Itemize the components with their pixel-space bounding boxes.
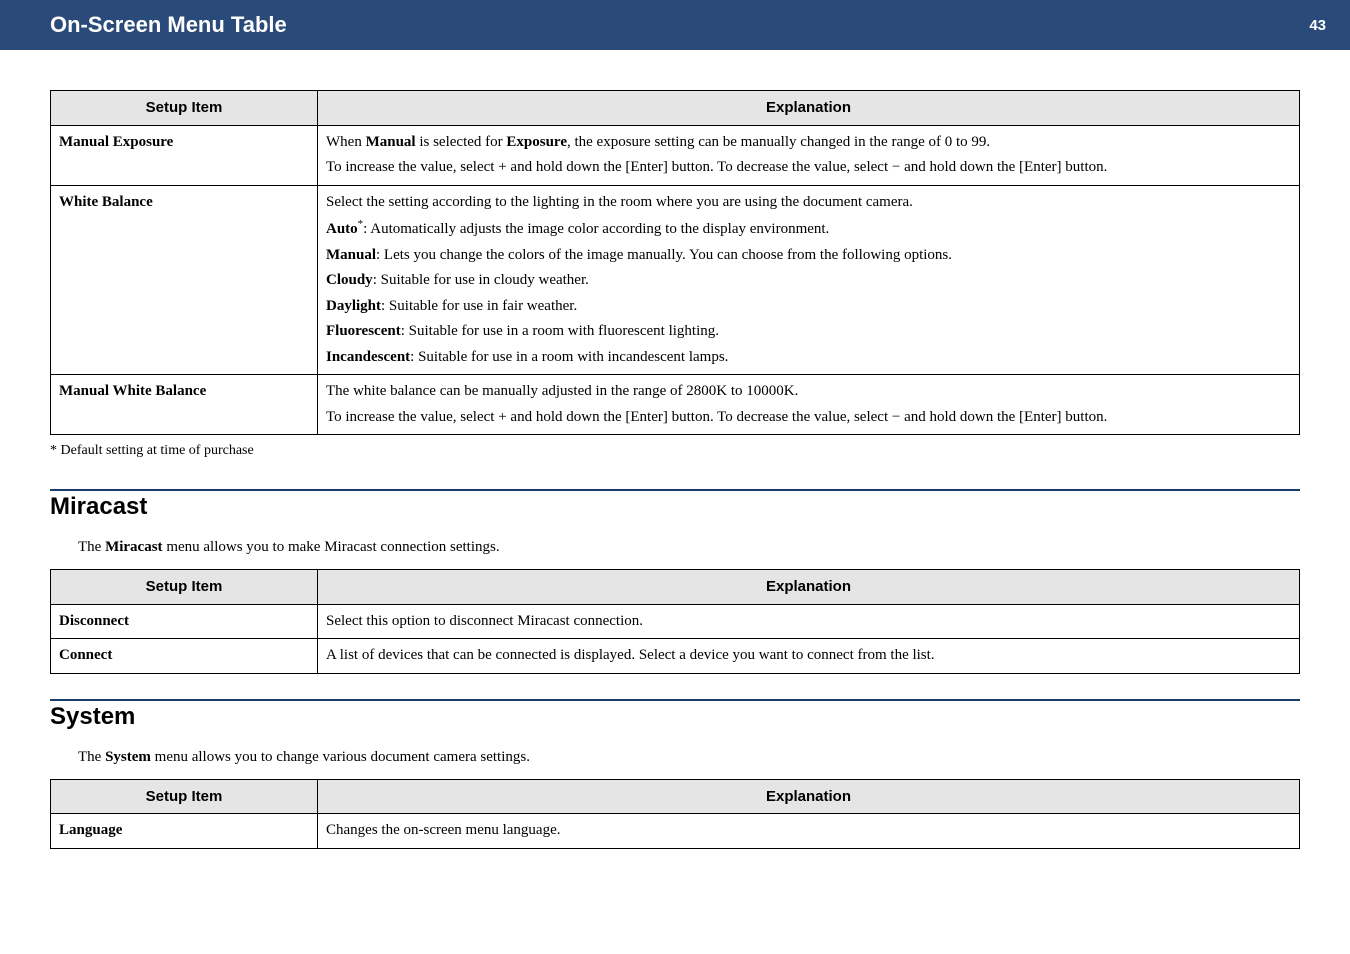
- table-row: Language Changes the on-screen menu lang…: [51, 814, 1300, 849]
- table-header-row: Setup Item Explanation: [51, 91, 1300, 126]
- text: Exposure: [506, 134, 567, 150]
- cell-setup-item: Language: [51, 814, 318, 849]
- text: Daylight: [326, 298, 381, 314]
- miracast-table: Setup Item Explanation Disconnect Select…: [50, 569, 1300, 674]
- cell-explanation: A list of devices that can be connected …: [318, 639, 1300, 674]
- table-row: Connect A list of devices that can be co…: [51, 639, 1300, 674]
- col-explanation: Explanation: [318, 779, 1300, 814]
- text: System: [105, 749, 151, 765]
- text: Manual: [326, 247, 376, 263]
- system-table: Setup Item Explanation Language Changes …: [50, 779, 1300, 849]
- text: To increase the value, select + and hold…: [326, 159, 1107, 175]
- text: Manual: [366, 134, 416, 150]
- text: : Lets you change the colors of the imag…: [376, 247, 952, 263]
- section-title-system: System: [50, 703, 1300, 731]
- col-setup-item: Setup Item: [51, 570, 318, 605]
- section-intro-miracast: The Miracast menu allows you to make Mir…: [78, 535, 1300, 559]
- section-title-miracast: Miracast: [50, 493, 1300, 521]
- text: To increase the value, select + and hold…: [326, 409, 1107, 425]
- text: Fluorescent: [326, 323, 401, 339]
- table-row: Manual White Balance The white balance c…: [51, 375, 1300, 435]
- cell-explanation: Select this option to disconnect Miracas…: [318, 604, 1300, 639]
- cell-explanation: The white balance can be manually adjust…: [318, 375, 1300, 435]
- cell-setup-item: Manual Exposure: [51, 125, 318, 185]
- table-row: White Balance Select the setting accordi…: [51, 185, 1300, 375]
- text: Incandescent: [326, 349, 410, 365]
- text: , the exposure setting can be manually c…: [567, 134, 990, 150]
- section-divider: [50, 489, 1300, 491]
- header-title: On-Screen Menu Table: [50, 12, 287, 38]
- image-settings-table: Setup Item Explanation Manual Exposure W…: [50, 90, 1300, 435]
- text: : Suitable for use in cloudy weather.: [373, 272, 589, 288]
- text: menu allows you to make Miracast connect…: [163, 539, 500, 555]
- cell-setup-item: Disconnect: [51, 604, 318, 639]
- text: Cloudy: [326, 272, 373, 288]
- page-content: Setup Item Explanation Manual Exposure W…: [0, 50, 1350, 877]
- text: : Suitable for use in fair weather.: [381, 298, 577, 314]
- section-divider: [50, 699, 1300, 701]
- text: : Automatically adjusts the image color …: [363, 221, 829, 237]
- text: Select the setting according to the ligh…: [326, 194, 913, 210]
- page-number: 43: [1309, 17, 1326, 34]
- page-header: On-Screen Menu Table 43: [0, 0, 1350, 50]
- table-header-row: Setup Item Explanation: [51, 779, 1300, 814]
- cell-explanation: When Manual is selected for Exposure, th…: [318, 125, 1300, 185]
- col-explanation: Explanation: [318, 570, 1300, 605]
- text: Miracast: [105, 539, 162, 555]
- section-intro-system: The System menu allows you to change var…: [78, 745, 1300, 769]
- text: : Suitable for use in a room with incand…: [410, 349, 728, 365]
- text: Auto: [326, 221, 358, 237]
- text: menu allows you to change various docume…: [151, 749, 530, 765]
- text: The: [78, 749, 105, 765]
- col-setup-item: Setup Item: [51, 91, 318, 126]
- cell-setup-item: White Balance: [51, 185, 318, 375]
- text: When: [326, 134, 366, 150]
- cell-setup-item: Connect: [51, 639, 318, 674]
- cell-setup-item: Manual White Balance: [51, 375, 318, 435]
- text: is selected for: [416, 134, 507, 150]
- table-row: Manual Exposure When Manual is selected …: [51, 125, 1300, 185]
- col-explanation: Explanation: [318, 91, 1300, 126]
- col-setup-item: Setup Item: [51, 779, 318, 814]
- text: The white balance can be manually adjust…: [326, 383, 798, 399]
- text: : Suitable for use in a room with fluore…: [401, 323, 719, 339]
- cell-explanation: Changes the on-screen menu language.: [318, 814, 1300, 849]
- table-row: Disconnect Select this option to disconn…: [51, 604, 1300, 639]
- footnote: * Default setting at time of purchase: [50, 443, 1300, 459]
- text: The: [78, 539, 105, 555]
- table-header-row: Setup Item Explanation: [51, 570, 1300, 605]
- cell-explanation: Select the setting according to the ligh…: [318, 185, 1300, 375]
